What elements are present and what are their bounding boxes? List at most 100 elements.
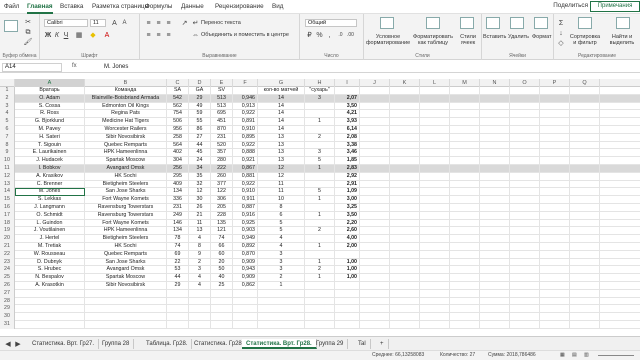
cell[interactable]: 304 (167, 157, 189, 165)
cell[interactable] (335, 87, 360, 95)
cell[interactable] (450, 219, 480, 228)
cell[interactable] (540, 157, 570, 165)
cell[interactable] (420, 87, 450, 95)
cell[interactable] (360, 110, 390, 119)
cell[interactable]: 0,903 (233, 227, 258, 236)
cell[interactable] (420, 305, 450, 314)
cell[interactable]: 24 (189, 157, 211, 165)
cell[interactable]: 0,867 (233, 165, 258, 173)
name-box[interactable]: A14 (2, 63, 62, 72)
cell[interactable]: 2,92 (335, 172, 360, 181)
cell[interactable] (420, 110, 450, 119)
cell[interactable] (360, 94, 390, 103)
cell[interactable]: 9 (189, 250, 211, 259)
column-header[interactable]: D (189, 79, 211, 87)
cell[interactable] (450, 110, 480, 119)
format-cells-icon[interactable] (534, 17, 548, 29)
cell[interactable]: 1,00 (335, 266, 360, 275)
cell[interactable] (335, 305, 360, 314)
cell[interactable]: 4 (258, 243, 305, 251)
cell[interactable] (258, 321, 305, 329)
cell[interactable]: 11 (258, 188, 305, 197)
cell[interactable]: Spartak Moscow (85, 274, 167, 282)
cell[interactable] (390, 282, 420, 290)
sort-filter-icon[interactable] (578, 17, 592, 29)
cell[interactable]: 402 (167, 149, 189, 158)
column-header[interactable]: P (540, 79, 570, 87)
cell[interactable] (233, 313, 258, 321)
cell[interactable]: 260 (211, 172, 233, 181)
cell[interactable]: Fort Wayne Komets (85, 196, 167, 204)
row-number[interactable]: 22 (0, 250, 15, 259)
cell[interactable] (570, 297, 600, 306)
cell[interactable]: 3,93 (335, 118, 360, 126)
cell[interactable]: 50 (211, 266, 233, 275)
cell[interactable] (510, 141, 540, 150)
cell[interactable] (360, 149, 390, 158)
cell[interactable]: 3 (305, 149, 335, 158)
cell[interactable] (540, 219, 570, 228)
cell[interactable]: 5 (305, 188, 335, 197)
cell[interactable]: 13 (258, 133, 305, 142)
cell[interactable] (450, 149, 480, 158)
row-number[interactable]: 14 (0, 188, 15, 197)
cell[interactable]: 44 (167, 274, 189, 282)
cell[interactable] (420, 172, 450, 181)
cell[interactable] (570, 282, 600, 290)
cell[interactable] (450, 126, 480, 134)
cell[interactable]: 27 (189, 133, 211, 142)
column-header[interactable]: C (167, 79, 189, 87)
cell[interactable] (420, 204, 450, 212)
cell[interactable]: 280 (211, 157, 233, 165)
cell[interactable] (540, 180, 570, 189)
cell[interactable] (480, 196, 510, 204)
cell[interactable] (450, 305, 480, 314)
cell[interactable] (189, 289, 211, 298)
cell[interactable]: 562 (167, 102, 189, 111)
cell[interactable] (420, 188, 450, 197)
cell[interactable]: 249 (167, 211, 189, 220)
cell[interactable]: 231 (211, 133, 233, 142)
cell[interactable]: 2 (258, 274, 305, 282)
cell[interactable] (480, 250, 510, 259)
cell[interactable] (390, 219, 420, 228)
cell[interactable] (211, 297, 233, 306)
cell[interactable]: E. Laurikainen (15, 149, 85, 158)
cell[interactable] (510, 258, 540, 267)
sheet-tab[interactable]: Таблица. Гр28. (142, 339, 193, 349)
cell[interactable]: 69 (167, 250, 189, 259)
row-number[interactable]: 5 (0, 118, 15, 126)
cell[interactable] (510, 87, 540, 95)
cell[interactable]: 2,83 (335, 165, 360, 173)
row-number[interactable]: 31 (0, 321, 15, 329)
notes-button[interactable]: Примечания (590, 1, 640, 12)
cell[interactable] (450, 282, 480, 290)
row-number[interactable]: 25 (0, 274, 15, 282)
row-number[interactable]: 17 (0, 211, 15, 220)
cell[interactable]: 40 (211, 274, 233, 282)
cell[interactable] (233, 305, 258, 314)
cell[interactable] (420, 141, 450, 150)
cell[interactable] (450, 133, 480, 142)
cell[interactable]: 1,09 (335, 188, 360, 197)
row-number[interactable]: 8 (0, 141, 15, 150)
cell[interactable] (540, 126, 570, 134)
cell[interactable] (540, 274, 570, 282)
cell[interactable] (570, 227, 600, 236)
cell[interactable]: 14 (258, 110, 305, 119)
column-header[interactable]: N (480, 79, 510, 87)
insert-cells-button[interactable]: Вставить (483, 34, 506, 40)
cell[interactable] (450, 235, 480, 243)
cell[interactable]: HK Sochi (85, 172, 167, 181)
cell[interactable] (360, 313, 390, 321)
cell[interactable] (360, 102, 390, 111)
cell[interactable] (510, 94, 540, 103)
currency-icon[interactable]: ₽ (305, 31, 314, 39)
cell[interactable]: I. Bobkov (15, 165, 85, 173)
cell[interactable]: 4,00 (335, 235, 360, 243)
row-number[interactable]: 16 (0, 204, 15, 212)
cell[interactable] (570, 313, 600, 321)
cell[interactable] (360, 133, 390, 142)
cell[interactable] (450, 289, 480, 298)
cell[interactable]: 32 (189, 180, 211, 189)
